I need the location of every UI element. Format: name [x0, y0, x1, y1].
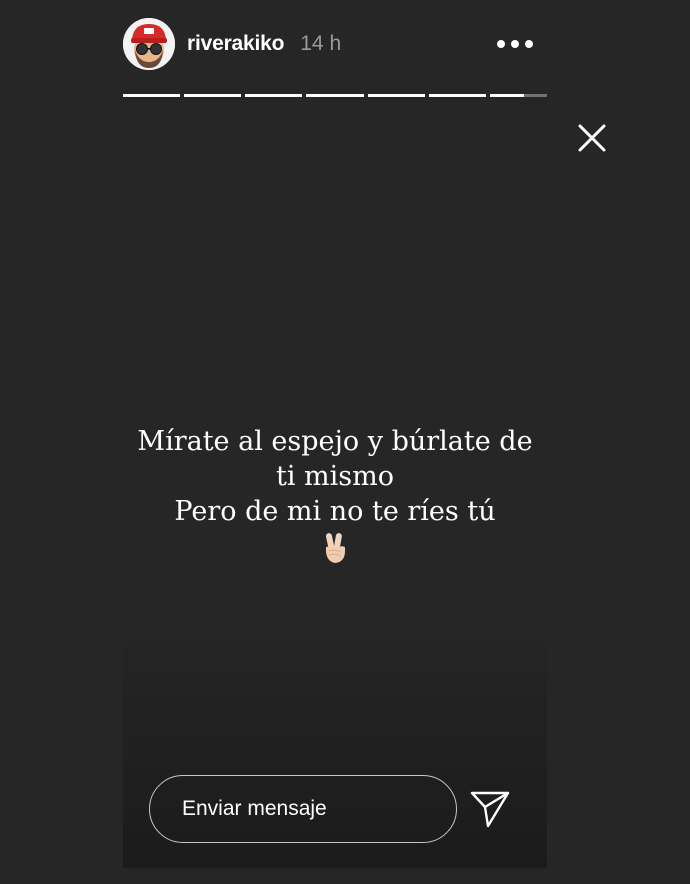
story-line-2: ti mismo: [275, 461, 395, 492]
progress-segment: [245, 94, 303, 97]
dot: [511, 40, 519, 48]
story-header: riverakiko 14 h: [123, 18, 547, 70]
dot: [525, 40, 533, 48]
memoji-avatar-icon[interactable]: [123, 18, 175, 70]
story-line-1: Mírate al espejo y búrlate de: [137, 426, 533, 457]
message-input[interactable]: Enviar mensaje: [149, 775, 457, 843]
progress-segment: [123, 94, 181, 97]
progress-fill: [306, 94, 364, 97]
story-timestamp: 14 h: [300, 32, 342, 55]
progress-fill: [367, 94, 425, 97]
progress-fill: [245, 94, 303, 97]
victory-hand-icon: [319, 531, 351, 565]
dot: [497, 40, 505, 48]
send-icon[interactable]: [470, 790, 510, 828]
progress-fill: [489, 94, 525, 97]
username[interactable]: riverakiko: [187, 32, 284, 56]
progress-segment: [184, 94, 242, 97]
story-viewer: riverakiko 14 h Mírate al espejo y búrla…: [0, 0, 690, 884]
progress-segment: [306, 94, 364, 97]
story-progress-bar: [123, 94, 547, 98]
progress-fill: [123, 94, 181, 97]
progress-fill: [428, 94, 486, 97]
story-line-3: Pero de mi no te ríes tú: [174, 496, 496, 527]
more-options-icon[interactable]: [497, 32, 533, 56]
progress-segment: [428, 94, 486, 97]
progress-segment: [489, 94, 547, 97]
progress-segment: [367, 94, 425, 97]
message-placeholder: Enviar mensaje: [182, 797, 327, 820]
progress-fill: [184, 94, 242, 97]
close-icon[interactable]: [576, 122, 608, 154]
story-caption: Mírate al espejo y búrlate de ti mismo P…: [123, 424, 547, 565]
